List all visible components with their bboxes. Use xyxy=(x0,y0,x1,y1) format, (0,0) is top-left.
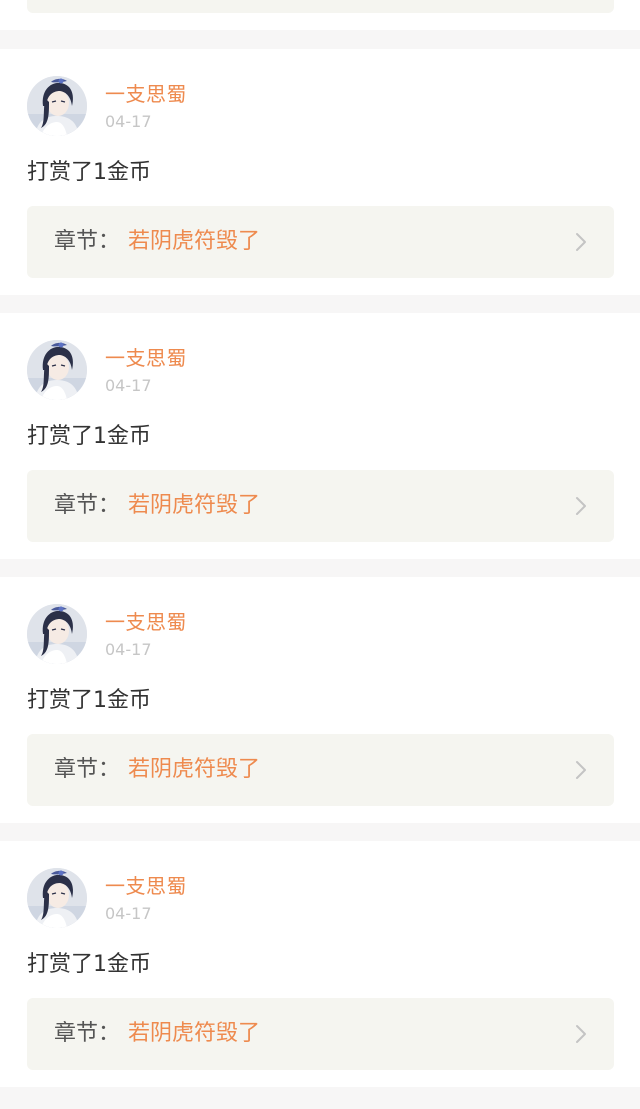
avatar[interactable] xyxy=(27,868,87,928)
chapter-title: 若阴虎符毁了 xyxy=(128,493,261,518)
chapter-label: 章节： xyxy=(54,757,121,782)
chapter-label: 章节： xyxy=(54,1021,121,1046)
feed-item: 一支思蜀 04-17 打赏了1金币 章节： 若阴虎符毁了 xyxy=(0,577,640,823)
previous-chapter-link-partial[interactable] xyxy=(27,0,614,13)
chapter-link[interactable]: 章节： 若阴虎符毁了 xyxy=(27,734,614,806)
activity-text: 打赏了1金币 xyxy=(27,160,151,185)
chapter-title: 若阴虎符毁了 xyxy=(128,1021,261,1046)
chapter-label: 章节： xyxy=(54,493,121,518)
post-date: 04-17 xyxy=(105,904,152,923)
avatar[interactable] xyxy=(27,76,87,136)
feed-item: 一支思蜀 04-17 打赏了1金币 章节： 若阴虎符毁了 xyxy=(0,841,640,1087)
chapter-label: 章节： xyxy=(54,229,121,254)
avatar-icon xyxy=(27,604,87,664)
chapter-title: 若阴虎符毁了 xyxy=(128,229,261,254)
chevron-right-icon xyxy=(576,761,586,779)
post-date: 04-17 xyxy=(105,112,152,131)
activity-text: 打赏了1金币 xyxy=(27,688,151,713)
avatar[interactable] xyxy=(27,340,87,400)
username[interactable]: 一支思蜀 xyxy=(105,873,187,899)
avatar-icon xyxy=(27,76,87,136)
previous-feed-item-partial xyxy=(0,0,640,30)
post-date: 04-17 xyxy=(105,376,152,395)
chapter-link[interactable]: 章节： 若阴虎符毁了 xyxy=(27,206,614,278)
chevron-right-icon xyxy=(576,1025,586,1043)
feed-item: 一支思蜀 04-17 打赏了1金币 章节： 若阴虎符毁了 xyxy=(0,49,640,295)
avatar-icon xyxy=(27,340,87,400)
username[interactable]: 一支思蜀 xyxy=(105,609,187,635)
chapter-title: 若阴虎符毁了 xyxy=(128,757,261,782)
chevron-right-icon xyxy=(576,497,586,515)
post-date: 04-17 xyxy=(105,640,152,659)
avatar[interactable] xyxy=(27,604,87,664)
username[interactable]: 一支思蜀 xyxy=(105,345,187,371)
feed-item: 一支思蜀 04-17 打赏了1金币 章节： 若阴虎符毁了 xyxy=(0,313,640,559)
chapter-link[interactable]: 章节： 若阴虎符毁了 xyxy=(27,470,614,542)
avatar-icon xyxy=(27,868,87,928)
activity-text: 打赏了1金币 xyxy=(27,424,151,449)
activity-text: 打赏了1金币 xyxy=(27,952,151,977)
username[interactable]: 一支思蜀 xyxy=(105,81,187,107)
chapter-link[interactable]: 章节： 若阴虎符毁了 xyxy=(27,998,614,1070)
chevron-right-icon xyxy=(576,233,586,251)
